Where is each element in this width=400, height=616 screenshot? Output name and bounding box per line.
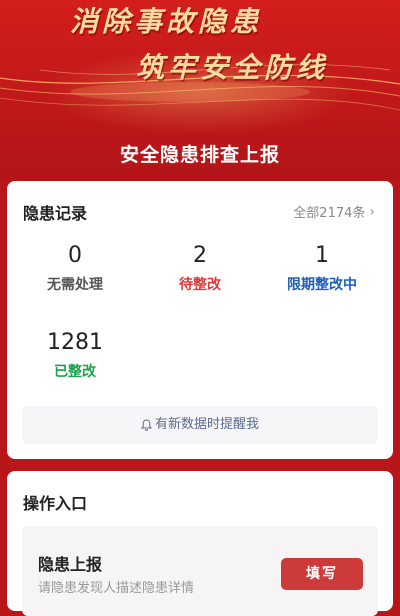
- stat-no-action[interactable]: 0 无需处理: [15, 243, 135, 294]
- page-title: 安全隐患排查上报: [119, 144, 280, 166]
- stat-pending-fix[interactable]: 2 待整改: [140, 243, 260, 294]
- report-hazard-desc: 请隐患发现人描述隐患详情: [38, 581, 195, 596]
- chevron-right-icon: ›: [369, 203, 375, 220]
- stat-fixed[interactable]: 1281 已整改: [15, 330, 135, 381]
- stat-label: 已整改: [54, 364, 96, 380]
- stat-label: 待整改: [179, 277, 221, 293]
- slogan-line-2: 筑牢安全防线: [136, 51, 329, 84]
- stat-value: 1281: [47, 330, 103, 355]
- operations-heading: 操作入口: [23, 494, 88, 513]
- records-heading: 隐患记录: [23, 204, 88, 223]
- stat-deadline-fixing[interactable]: 1 限期整改中: [262, 243, 382, 294]
- notify-me-button[interactable]: 有新数据时提醒我: [22, 406, 378, 444]
- stat-label: 限期整改中: [287, 277, 357, 293]
- operations-card: 操作入口 隐患上报 请隐患发现人描述隐患详情 填写: [7, 471, 393, 616]
- all-records-label: 全部2174条: [293, 206, 366, 221]
- bell-icon: [140, 418, 152, 431]
- records-card: 隐患记录 全部2174条 › 0 无需处理 2 待整改 1 限期整改中 1281…: [7, 181, 393, 459]
- stat-value: 0: [68, 243, 82, 268]
- fill-button[interactable]: 填写: [281, 558, 363, 590]
- report-hazard-item[interactable]: 隐患上报 请隐患发现人描述隐患详情 填写: [22, 526, 378, 616]
- report-hazard-title: 隐患上报: [38, 555, 103, 574]
- notify-label: 有新数据时提醒我: [154, 417, 259, 432]
- stat-value: 1: [315, 243, 329, 268]
- stat-label: 无需处理: [47, 277, 103, 293]
- all-records-link[interactable]: 全部2174条 ›: [293, 202, 375, 222]
- stat-value: 2: [193, 243, 207, 268]
- slogan-line-1: 消除事故隐患: [70, 5, 263, 38]
